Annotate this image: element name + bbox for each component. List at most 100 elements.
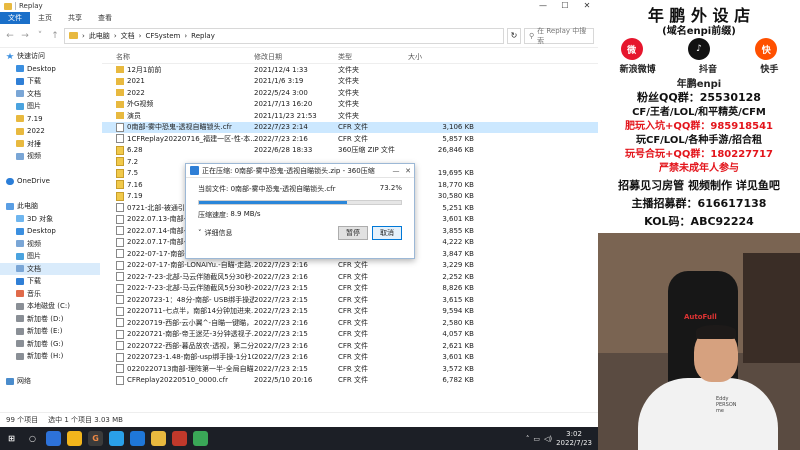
file-row[interactable]: 2021 2021/1/6 3:19 文件夹: [102, 76, 598, 88]
file-name: 2022.07.13-南部-理: [127, 215, 194, 224]
minimize-button[interactable]: —: [532, 0, 554, 12]
app-icon-3[interactable]: [109, 431, 124, 446]
nav-item[interactable]: 图片: [0, 100, 100, 113]
close-button[interactable]: ✕: [576, 0, 598, 12]
file-row[interactable]: 演员 2021/11/23 21:53 文件夹: [102, 110, 598, 122]
nav-item: [0, 363, 100, 376]
nav-item-label: 文档: [27, 264, 41, 273]
file-row[interactable]: 6.28 2022/6/28 18:33 360压缩 ZIP 文件 26,846 KB: [102, 145, 598, 157]
nav-item[interactable]: 网络: [0, 375, 100, 388]
item-count: 99 个项目: [6, 416, 39, 424]
tray-arrow-icon[interactable]: ˄: [526, 435, 530, 443]
file-row[interactable]: 2022 2022/5/24 3:00 文件夹: [102, 87, 598, 99]
nav-item[interactable]: 本地磁盘 (C:): [0, 300, 100, 313]
file-size: 4,222 KB: [442, 238, 474, 247]
network-icon: [6, 377, 14, 385]
file-row[interactable]: 20220721-南部-帝王迷茫-3分钟透视子... 2022/7/23 2:15…: [102, 329, 598, 341]
tab-home[interactable]: 主页: [30, 13, 60, 23]
file-row[interactable]: 20220723-1：48分-南部- USB绑手操透视 2022/7/23 2:1…: [102, 294, 598, 306]
address-bar[interactable]: › 此电脑 › 文档 › CFSystem › Replay: [64, 27, 504, 44]
nav-item[interactable]: 新加卷 (E:): [0, 325, 100, 338]
file-icon: [116, 249, 124, 259]
file-row[interactable]: 2022-7-23-北部-马云伴随截风5分30秒-... 2022/7/23 2:…: [102, 283, 598, 295]
nav-item[interactable]: 文档: [0, 262, 100, 275]
nav-item-label: 对捶: [27, 139, 41, 148]
nav-item[interactable]: 新加卷 (H:): [0, 350, 100, 363]
file-row[interactable]: 1CFReplay20220716_福建一区-性-本... 2022/7/23 2…: [102, 133, 598, 145]
douyin-icon: ♪: [687, 38, 710, 60]
file-type: CFR 文件: [338, 295, 369, 304]
file-row[interactable]: 2022-07-17-南部-LONAIYu.-自瞄-走路... 2022/7/23…: [102, 260, 598, 272]
app-icon-6[interactable]: [193, 431, 208, 446]
nav-item[interactable]: 下载: [0, 75, 100, 88]
clock[interactable]: 3:02 2022/7/23: [556, 430, 592, 448]
search-input[interactable]: ⚲ 在 Replay 中搜索: [524, 27, 594, 45]
file-row[interactable]: 20220722-西部-暮品放农-透视，第二分... 2022/7/23 2:16…: [102, 340, 598, 352]
search-icon[interactable]: ○: [25, 431, 40, 446]
nav-item[interactable]: 文档: [0, 88, 100, 101]
nav-item[interactable]: 新加卷 (G:): [0, 338, 100, 351]
file-row[interactable]: 20220711-七点半，南部14分钟加进来... 2022/7/23 2:15 C…: [102, 306, 598, 318]
cancel-button[interactable]: 取消: [372, 226, 402, 240]
tab-file[interactable]: 文件: [0, 12, 30, 24]
app-icon-5[interactable]: [172, 431, 187, 446]
back-arrow-icon[interactable]: ←: [4, 31, 16, 41]
tab-share[interactable]: 共享: [60, 13, 90, 23]
app-icon-4[interactable]: [130, 431, 145, 446]
nav-item[interactable]: 2022: [0, 125, 100, 138]
up-arrow-icon[interactable]: ↑: [49, 31, 61, 41]
windows-start-icon[interactable]: ⊞: [4, 431, 19, 446]
file-size: 18,770 KB: [437, 180, 474, 189]
nav-item[interactable]: Desktop: [0, 225, 100, 238]
nav-item[interactable]: 3D 对象: [0, 213, 100, 226]
nav-item[interactable]: 视频: [0, 238, 100, 251]
column-name[interactable]: 名称: [102, 52, 254, 62]
nav-item[interactable]: 此电脑: [0, 200, 100, 213]
app-icon-g[interactable]: G: [88, 431, 103, 446]
app-icon-2[interactable]: [67, 431, 82, 446]
file-row[interactable]: 12月1前前 2021/12/4 1:33 文件夹: [102, 64, 598, 76]
breadcrumb-pc[interactable]: 此电脑: [89, 31, 110, 41]
chevron-down-icon[interactable]: ˅: [34, 31, 46, 41]
file-row[interactable]: 外G视频 2021/7/13 16:20 文件夹: [102, 99, 598, 111]
picture-icon: [16, 102, 24, 110]
breadcrumb-cfsystem[interactable]: CFSystem: [145, 32, 180, 40]
close-button[interactable]: ✕: [402, 167, 414, 175]
file-explorer-taskbar-icon[interactable]: [151, 431, 166, 446]
file-row[interactable]: 20220719-西部-云小翼^-自瞄一键瞄，... 2022/7/23 2:16…: [102, 317, 598, 329]
column-size[interactable]: 大小: [408, 52, 478, 62]
nav-item[interactable]: 下载: [0, 275, 100, 288]
file-size: 3,106 KB: [442, 123, 474, 132]
minimize-button[interactable]: —: [390, 167, 402, 175]
nav-item[interactable]: OneDrive: [0, 175, 100, 188]
details-toggle[interactable]: ˅ 详细信息: [198, 228, 233, 238]
file-row[interactable]: 0南部-雾中恐鬼-透视自瞄锁头.cfr 2022/7/23 2:14 CFR 文件 3…: [102, 121, 598, 133]
nav-item[interactable]: 对捶: [0, 138, 100, 151]
nav-item[interactable]: 7.19: [0, 113, 100, 126]
column-date[interactable]: 修改日期: [254, 52, 338, 62]
nav-item[interactable]: 新加卷 (D:): [0, 313, 100, 326]
breadcrumb-documents[interactable]: 文档: [121, 31, 135, 41]
breadcrumb-replay[interactable]: Replay: [191, 32, 215, 40]
nav-item[interactable]: 视频: [0, 150, 100, 163]
maximize-button[interactable]: ☐: [554, 0, 576, 12]
drive-icon: [16, 302, 24, 310]
folder-icon: [69, 32, 78, 39]
file-row[interactable]: CFReplay20220510_0000.cfr 2022/5/10 20:16…: [102, 375, 598, 387]
refresh-icon[interactable]: ↻: [507, 27, 521, 44]
nav-item[interactable]: 音乐: [0, 288, 100, 301]
volume-icon[interactable]: ◁): [544, 435, 552, 443]
file-row[interactable]: 0220220713南部-理阵第一半-全局自瞄... 2022/7/23 2:15…: [102, 363, 598, 375]
column-type[interactable]: 类型: [338, 52, 408, 62]
app-icon-1[interactable]: [46, 431, 61, 446]
tab-view[interactable]: 查看: [90, 13, 120, 23]
pause-button[interactable]: 暂停: [338, 226, 368, 240]
nav-item[interactable]: Desktop: [0, 63, 100, 76]
nav-item[interactable]: 快速访问: [0, 50, 100, 63]
forward-arrow-icon[interactable]: →: [19, 31, 31, 41]
file-row[interactable]: 2022-7-23-北部-马云伴随截风5分30秒-... 2022/7/23 2:…: [102, 271, 598, 283]
address-bar-row: ← → ˅ ↑ › 此电脑 › 文档 › CFSystem › Replay ↻…: [0, 24, 598, 48]
file-row[interactable]: 20220723-1.48-南部-usp绑手操-1分10... 2022/7/23…: [102, 352, 598, 364]
nav-item[interactable]: 图片: [0, 250, 100, 263]
network-icon[interactable]: ▭: [533, 435, 540, 443]
